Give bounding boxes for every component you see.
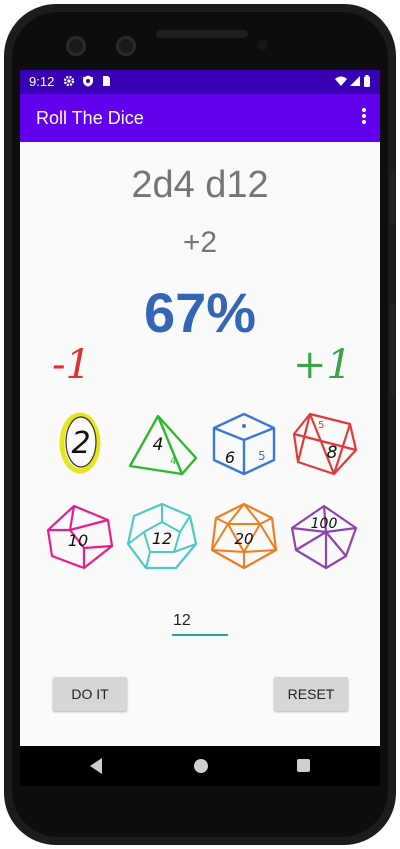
modifier-value: +2 (182, 226, 218, 259)
d2-coin-icon: 2 (59, 412, 101, 474)
home-icon[interactable] (194, 759, 208, 773)
volume-button (390, 304, 396, 394)
do-it-button[interactable]: DO IT (53, 677, 127, 711)
power-button (390, 174, 396, 224)
sim-card-icon (103, 76, 110, 86)
d100-label: 100 (311, 516, 338, 532)
d12-die-button[interactable]: 12 (126, 500, 198, 572)
earpiece-speaker (156, 30, 248, 38)
d4-tetrahedron-icon: 4 4 (128, 414, 198, 476)
d10-icon: 10 (46, 504, 114, 570)
d2-label: 2 (71, 426, 90, 461)
app-title: Roll The Dice (36, 108, 144, 128)
back-icon[interactable] (90, 758, 102, 774)
d12-dodecahedron-icon: 12 (126, 502, 198, 570)
d8-label: 8 (327, 443, 338, 463)
d8-octahedron-icon: 8 5 (292, 412, 358, 476)
d12-label: 12 (152, 529, 172, 548)
front-camera (66, 36, 86, 56)
d4-label: 4 (153, 435, 164, 455)
app-screen: 9:12 Roll The Dice 2d4 d12 +2 67% -1 +1 (20, 70, 380, 746)
number-input-container (172, 610, 230, 636)
decrease-modifier-button[interactable]: -1 (52, 342, 91, 388)
proximity-sensor (258, 40, 268, 50)
navigation-bar (20, 746, 380, 786)
d100-die-button[interactable]: 100 (290, 500, 362, 572)
recents-icon[interactable] (297, 759, 310, 772)
app-bar: Roll The Dice (20, 94, 380, 142)
svg-text:5: 5 (318, 420, 324, 431)
input-underline (172, 634, 228, 636)
d10-label: 10 (68, 531, 88, 550)
d4-die-button[interactable]: 4 4 (126, 406, 198, 478)
svg-text:5: 5 (258, 449, 266, 463)
shield-icon (83, 75, 93, 87)
more-vert-icon[interactable] (358, 106, 370, 130)
settings-icon (63, 75, 75, 87)
wifi-icon (335, 76, 347, 86)
d8-die-button[interactable]: 8 5 (290, 406, 362, 478)
d20-icosahedron-icon: 20 (210, 502, 278, 570)
d6-die-button[interactable]: 6 5 (208, 406, 280, 478)
d10-die-button[interactable]: 10 (44, 500, 116, 572)
front-camera-secondary (116, 36, 136, 56)
d20-label: 20 (234, 530, 253, 548)
d2-die-button[interactable]: 2 (44, 406, 116, 478)
reset-button[interactable]: RESET (274, 677, 348, 711)
svg-text:4: 4 (170, 456, 176, 467)
increase-modifier-button[interactable]: +1 (293, 342, 352, 388)
d100-icon: 100 (290, 504, 358, 570)
signal-icon (350, 76, 360, 86)
battery-icon (364, 75, 370, 87)
d20-die-button[interactable]: 20 (208, 500, 280, 572)
probability-result: 67% (143, 281, 257, 344)
d6-cube-icon: 6 5 (212, 412, 276, 476)
dice-expression: 2d4 d12 (131, 164, 269, 206)
status-bar: 9:12 (20, 70, 380, 94)
dice-count-input[interactable] (172, 610, 230, 632)
d6-label: 6 (225, 448, 235, 467)
status-time: 9:12 (29, 74, 55, 89)
